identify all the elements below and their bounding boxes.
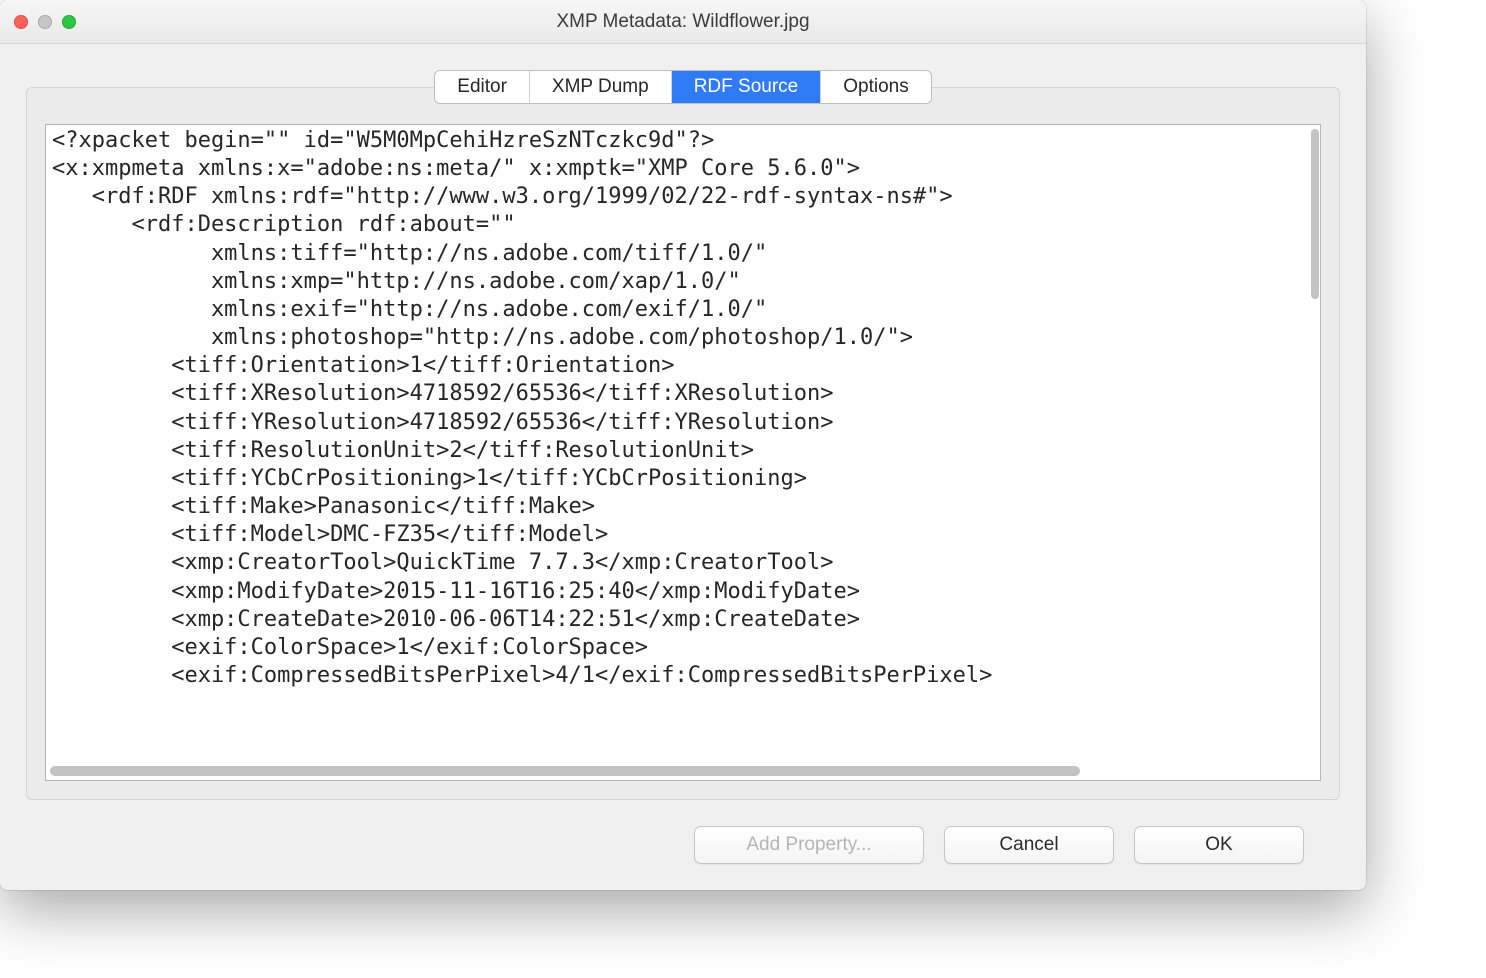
tab-options[interactable]: Options bbox=[821, 71, 930, 103]
tab-xmp-dump[interactable]: XMP Dump bbox=[530, 71, 672, 103]
window-title: XMP Metadata: Wildflower.jpg bbox=[556, 11, 809, 33]
tab-bar: Editor XMP Dump RDF Source Options bbox=[26, 70, 1340, 104]
tab-editor[interactable]: Editor bbox=[435, 71, 530, 103]
xmp-metadata-window: XMP Metadata: Wildflower.jpg Editor XMP … bbox=[0, 0, 1366, 890]
cancel-button[interactable]: Cancel bbox=[944, 826, 1114, 864]
minimize-icon bbox=[38, 15, 52, 29]
dialog-body: Editor XMP Dump RDF Source Options <?xpa… bbox=[0, 44, 1366, 890]
content-panel: <?xpacket begin="" id="W5M0MpCehiHzreSzN… bbox=[26, 87, 1340, 800]
vertical-scrollbar[interactable] bbox=[1310, 125, 1320, 780]
button-bar: Add Property... Cancel OK bbox=[26, 800, 1340, 890]
scroll-thumb-horizontal[interactable] bbox=[50, 766, 1080, 776]
segmented-control: Editor XMP Dump RDF Source Options bbox=[434, 70, 931, 104]
source-container: <?xpacket begin="" id="W5M0MpCehiHzreSzN… bbox=[45, 124, 1321, 781]
tab-rdf-source[interactable]: RDF Source bbox=[672, 71, 822, 103]
window-controls bbox=[14, 15, 76, 29]
ok-button[interactable]: OK bbox=[1134, 826, 1304, 864]
scroll-thumb-vertical[interactable] bbox=[1311, 129, 1319, 299]
zoom-icon[interactable] bbox=[62, 15, 76, 29]
horizontal-scrollbar[interactable] bbox=[50, 765, 1306, 777]
add-property-button: Add Property... bbox=[694, 826, 924, 864]
titlebar: XMP Metadata: Wildflower.jpg bbox=[0, 0, 1366, 44]
close-icon[interactable] bbox=[14, 15, 28, 29]
rdf-source-text[interactable]: <?xpacket begin="" id="W5M0MpCehiHzreSzN… bbox=[46, 125, 1310, 780]
